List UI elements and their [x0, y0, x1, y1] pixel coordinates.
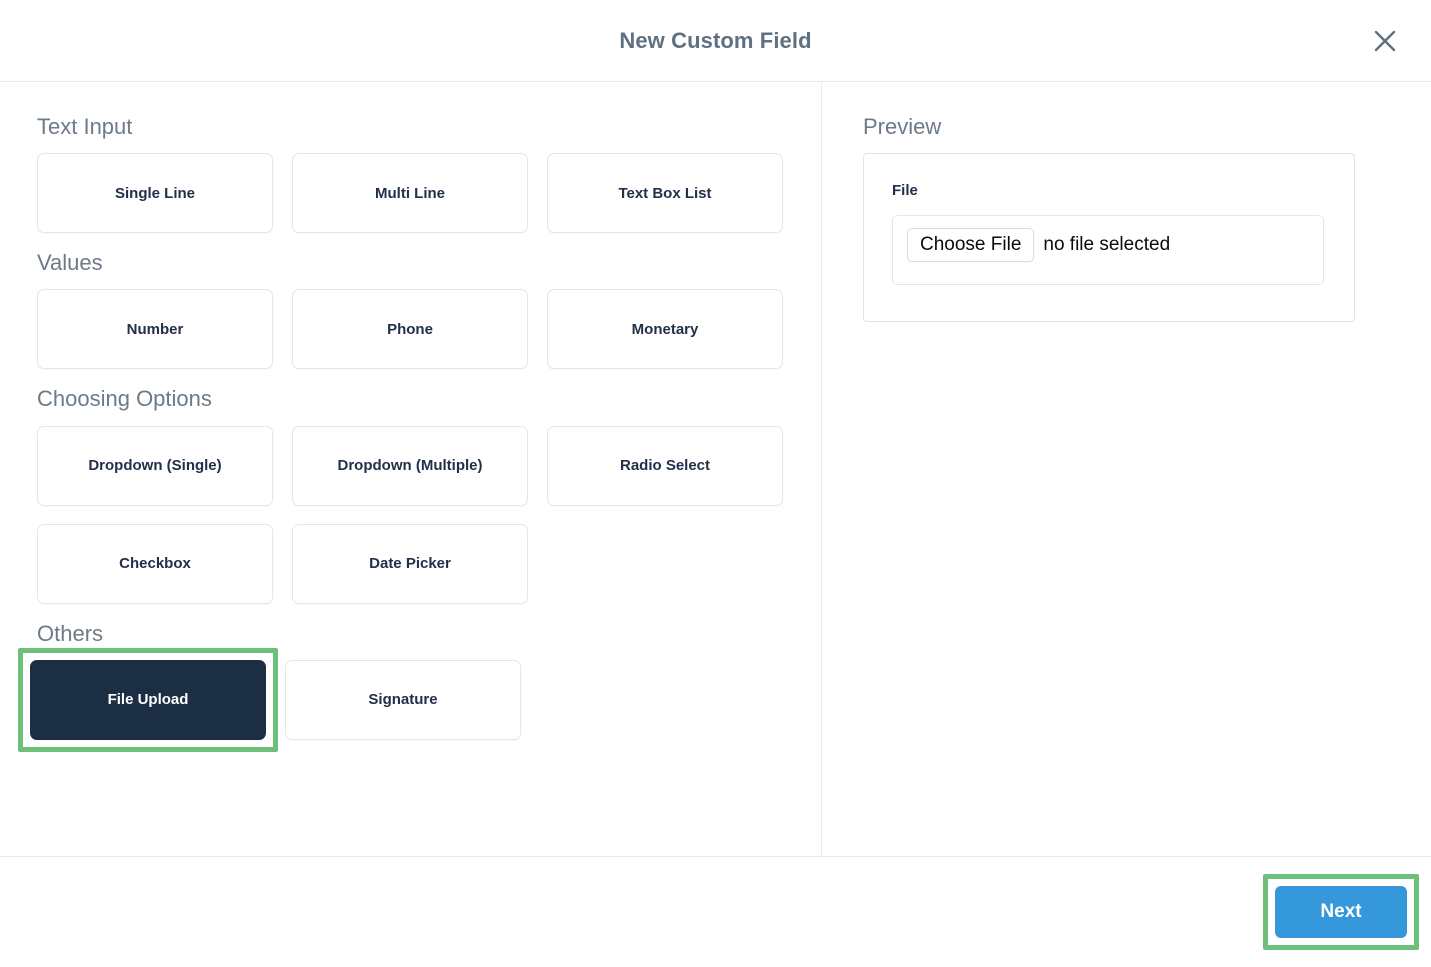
field-type-file-upload[interactable]: File Upload	[30, 659, 266, 740]
field-type-multi-line[interactable]: Multi Line	[292, 153, 528, 234]
field-type-single-line[interactable]: Single Line	[37, 153, 273, 234]
section-options-others: File Upload Signature	[18, 647, 784, 752]
file-upload-input[interactable]: Choose File no file selected	[892, 215, 1324, 286]
field-type-text-box-list[interactable]: Text Box List	[547, 153, 783, 234]
close-icon[interactable]	[1363, 19, 1407, 63]
preview-title: Preview	[863, 114, 942, 139]
modal-body: Text Input Single Line Multi Line Text B…	[0, 82, 1431, 857]
preview-field-label: File	[892, 182, 918, 200]
highlight-ring-next: Next	[1263, 874, 1419, 950]
section-options-text-input: Single Line Multi Line Text Box List	[37, 153, 784, 234]
section-title-text-input: Text Input	[37, 114, 133, 139]
new-custom-field-modal: New Custom Field Text Input Single Line …	[0, 0, 1431, 967]
section-title-others: Others	[37, 620, 104, 646]
field-type-dropdown-multiple[interactable]: Dropdown (Multiple)	[292, 425, 528, 506]
field-type-dropdown-single[interactable]: Dropdown (Single)	[37, 425, 273, 506]
section-title-values: Values	[37, 250, 103, 276]
preview-card: File Choose File no file selected	[863, 153, 1355, 323]
modal-header: New Custom Field	[0, 0, 1431, 82]
field-type-monetary[interactable]: Monetary	[547, 289, 783, 370]
field-type-checkbox[interactable]: Checkbox	[37, 523, 273, 604]
highlight-ring-file-upload: File Upload	[18, 647, 278, 752]
modal-footer: Next	[0, 857, 1431, 967]
field-type-picker: Text Input Single Line Multi Line Text B…	[0, 82, 822, 856]
field-type-date-picker[interactable]: Date Picker	[292, 523, 528, 604]
field-type-number[interactable]: Number	[37, 289, 273, 370]
field-type-signature[interactable]: Signature	[285, 659, 521, 740]
section-title-choosing-options: Choosing Options	[37, 386, 212, 412]
field-type-radio-select[interactable]: Radio Select	[547, 425, 783, 506]
page-title: New Custom Field	[619, 27, 812, 53]
field-type-phone[interactable]: Phone	[292, 289, 528, 370]
preview-pane: Preview File Choose File no file selecte…	[822, 82, 1431, 856]
choose-file-button[interactable]: Choose File	[907, 228, 1035, 263]
section-options-values: Number Phone Monetary	[37, 289, 784, 370]
section-options-choosing-options: Dropdown (Single) Dropdown (Multiple) Ra…	[37, 425, 784, 604]
next-button[interactable]: Next	[1275, 886, 1407, 938]
file-selection-status: no file selected	[1043, 234, 1171, 256]
